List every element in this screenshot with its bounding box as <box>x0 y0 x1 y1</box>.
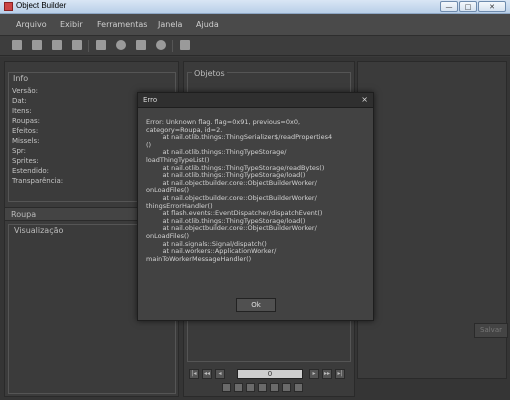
info-missels: Missels: <box>12 137 40 145</box>
maximize-button[interactable]: □ <box>459 1 477 12</box>
delete-icon[interactable] <box>282 383 291 392</box>
toolbar-divider <box>172 40 173 52</box>
grid-icon[interactable] <box>136 40 146 50</box>
info-efeitos: Efeitos: <box>12 127 39 135</box>
error-message: Error: Unknown flag. flag=0x91, previous… <box>146 119 333 263</box>
app-icon <box>4 2 13 11</box>
save-button[interactable]: Salvar <box>474 323 508 338</box>
info-dat: Dat: <box>12 97 27 105</box>
menu-ajuda[interactable]: Ajuda <box>196 20 219 29</box>
animation-icon[interactable] <box>156 40 166 50</box>
next-page-icon[interactable]: ▸▸ <box>322 369 332 379</box>
window-title: Object Builder <box>16 1 67 10</box>
info-spr: Spr: <box>12 147 26 155</box>
window-titlebar: Object Builder — □ ✕ <box>0 0 510 14</box>
info-title: Info <box>11 74 31 83</box>
replace-icon[interactable] <box>222 383 231 392</box>
roupa-title: Roupa <box>11 210 37 219</box>
first-page-icon[interactable]: |◂ <box>189 369 199 379</box>
error-dialog: Erro × Error: Unknown flag. flag=0x91, p… <box>137 92 374 321</box>
toolbar-divider <box>88 40 89 52</box>
menu-exibir[interactable]: Exibir <box>60 20 83 29</box>
dialog-title: Erro <box>143 96 158 104</box>
info-transparencia: Transparência: <box>12 177 64 185</box>
info-estendido: Estendido: <box>12 167 50 175</box>
menu-ferramentas[interactable]: Ferramentas <box>97 20 147 29</box>
minimize-button[interactable]: — <box>440 1 458 12</box>
trash-icon[interactable] <box>294 383 303 392</box>
save-icon[interactable] <box>52 40 62 50</box>
open-icon[interactable] <box>32 40 42 50</box>
new-icon[interactable] <box>12 40 22 50</box>
last-page-icon[interactable]: ▸| <box>335 369 345 379</box>
object-actions <box>222 383 312 393</box>
close-button[interactable]: ✕ <box>478 1 506 12</box>
menu-janela[interactable]: Janela <box>158 20 182 29</box>
edit-icon[interactable] <box>246 383 255 392</box>
info-versao: Versão: <box>12 87 39 95</box>
previous-page-icon[interactable]: ◂◂ <box>202 369 212 379</box>
settings-icon[interactable] <box>180 40 190 50</box>
duplicate-icon[interactable] <box>258 383 267 392</box>
toolbar <box>0 36 510 56</box>
info-roupas: Roupas: <box>12 117 41 125</box>
visualization-title: Visualização <box>12 226 66 235</box>
pager: |◂ ◂◂ ◂ 0 ▸ ▸▸ ▸| <box>189 369 351 381</box>
save-as-icon[interactable] <box>72 40 82 50</box>
export-icon[interactable] <box>234 383 243 392</box>
dialog-header: Erro × <box>138 93 373 108</box>
menu-bar: Arquivo Exibir Ferramentas Janela Ajuda <box>0 14 510 36</box>
search-icon[interactable] <box>116 40 126 50</box>
ok-button[interactable]: Ok <box>236 298 276 312</box>
add-icon[interactable] <box>270 383 279 392</box>
compile-icon[interactable] <box>96 40 106 50</box>
info-sprites: Sprites: <box>12 157 39 165</box>
dialog-close-button[interactable]: × <box>361 95 368 104</box>
info-itens: Itens: <box>12 107 32 115</box>
menu-arquivo[interactable]: Arquivo <box>16 20 47 29</box>
objects-title: Objetos <box>192 69 227 78</box>
step-back-icon[interactable]: ◂ <box>215 369 225 379</box>
step-forward-icon[interactable]: ▸ <box>309 369 319 379</box>
window-controls: — □ ✕ <box>440 1 506 12</box>
page-input[interactable]: 0 <box>237 369 303 379</box>
